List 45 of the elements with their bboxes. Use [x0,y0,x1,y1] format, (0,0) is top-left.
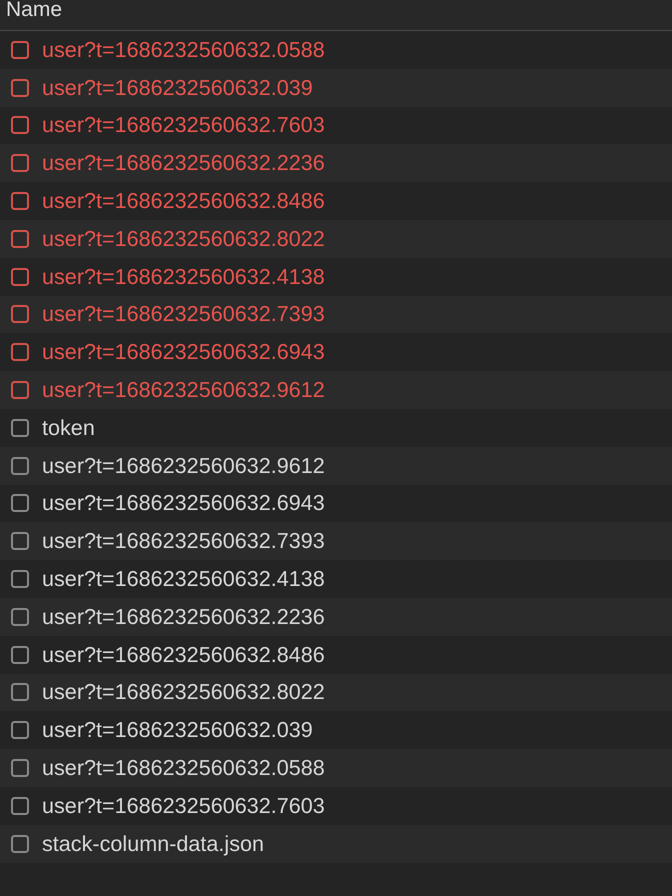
request-name[interactable]: user?t=1686232560632.2236 [42,604,325,629]
square-icon [11,646,29,664]
square-icon [11,381,29,400]
square-icon [11,192,29,210]
request-name[interactable]: user?t=1686232560632.0588 [42,38,325,62]
square-icon [11,683,29,702]
request-name[interactable]: user?t=1686232560632.8022 [42,226,325,251]
request-name[interactable]: user?t=1686232560632.7603 [42,794,325,818]
request-name[interactable]: user?t=1686232560632.039 [42,718,313,742]
square-icon [11,759,29,778]
square-icon [11,78,29,97]
request-name[interactable]: token [42,416,95,440]
column-header[interactable]: Name [6,0,62,20]
square-icon [11,116,29,134]
square-icon [11,570,29,588]
square-icon [11,343,29,362]
request-name[interactable]: user?t=1686232560632.9612 [42,454,325,478]
request-name[interactable]: user?t=1686232560632.6943 [42,340,325,364]
square-icon [11,230,29,248]
square-icon [11,305,29,324]
request-name[interactable]: user?t=1686232560632.8022 [42,680,325,704]
request-name[interactable]: user?t=1686232560632.9612 [42,378,325,402]
request-name[interactable]: user?t=1686232560632.6943 [42,491,325,516]
request-name[interactable]: user?t=1686232560632.4138 [42,567,325,592]
square-icon [11,796,29,815]
square-icon [11,834,29,853]
square-icon [11,721,29,740]
request-name[interactable]: user?t=1686232560632.0588 [42,756,325,780]
request-name[interactable]: user?t=1686232560632.8486 [42,642,325,667]
request-name[interactable]: user?t=1686232560632.7603 [42,113,325,138]
square-icon [11,268,29,286]
request-name[interactable]: user?t=1686232560632.039 [42,76,313,100]
request-name[interactable]: stack-column-data.json [42,832,264,856]
request-name[interactable]: user?t=1686232560632.8486 [42,189,325,214]
square-icon [11,608,29,626]
square-icon [11,532,29,550]
square-icon [11,40,29,59]
square-icon [11,418,29,437]
request-name[interactable]: user?t=1686232560632.7393 [42,302,325,326]
square-icon [11,154,29,172]
request-name[interactable]: user?t=1686232560632.2236 [42,151,325,176]
request-name[interactable]: user?t=1686232560632.7393 [42,529,325,554]
square-icon [11,494,29,512]
square-icon [11,456,29,475]
request-name[interactable]: user?t=1686232560632.4138 [42,264,325,289]
